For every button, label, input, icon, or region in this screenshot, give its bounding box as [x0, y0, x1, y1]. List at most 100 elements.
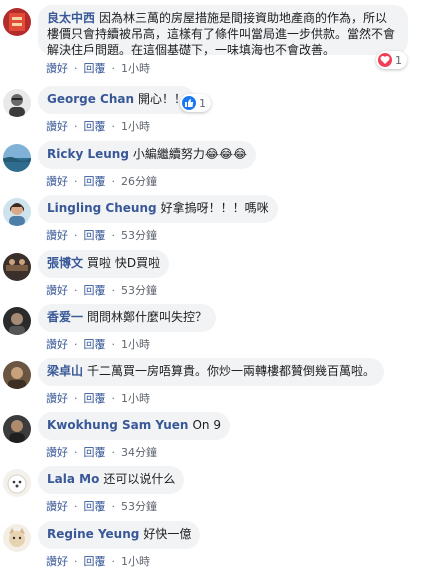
comment-actions: 讚好 · 回覆 · 1小時 [46, 390, 150, 406]
reply-link[interactable]: 回覆 [84, 392, 106, 405]
comment-timestamp[interactable]: 1小時 [121, 338, 150, 351]
separator-dot: · [111, 500, 116, 513]
separator-dot: · [74, 338, 78, 351]
comment-author[interactable]: Ricky Leung [47, 147, 129, 161]
comment-text: 千二萬買一房唔算貴。你炒一兩轉樓都贊倒幾百萬啦。 [87, 364, 376, 378]
like-link[interactable]: 讚好 [46, 338, 68, 351]
comment-text: 買啦 快D買啦 [87, 256, 161, 270]
separator-dot: · [74, 120, 78, 133]
comment-bubble: 香爱一 問問林鄭什麼叫失控？ [38, 304, 217, 332]
separator-dot: · [111, 284, 116, 297]
separator-dot: · [111, 175, 116, 188]
comment-author[interactable]: Regine Yeung [47, 527, 139, 541]
like-link[interactable]: 讚好 [46, 555, 68, 568]
comment-actions: 讚好 · 回覆 · 1小時 [46, 118, 150, 134]
separator-dot: · [111, 338, 116, 351]
reply-link[interactable]: 回覆 [84, 120, 106, 133]
comment-actions: 讚好 · 回覆 · 1小時 [46, 336, 150, 352]
comment-bubble: Lingling Cheung 好拿摀呀！！！嗎咪 [38, 195, 278, 223]
reply-link[interactable]: 回覆 [84, 229, 106, 242]
comment-bubble: 梁卓山 千二萬買一房唔算貴。你炒一兩轉樓都贊倒幾百萬啦。 [38, 358, 385, 386]
comment-author[interactable]: 香爱一 [47, 310, 83, 324]
comment-author[interactable]: 梁卓山 [47, 364, 83, 378]
separator-dot: · [74, 229, 78, 242]
avatar[interactable] [3, 144, 31, 172]
avatar[interactable] [3, 8, 31, 36]
separator-dot: · [111, 555, 116, 568]
reply-link[interactable]: 回覆 [84, 446, 106, 459]
comment-timestamp[interactable]: 26分鐘 [121, 175, 157, 188]
separator-dot: · [111, 120, 116, 133]
reaction-count: 1 [199, 96, 206, 110]
avatar[interactable] [3, 89, 31, 117]
comment-bubble: Lala Mo 还可以说什么 [38, 466, 185, 494]
comment-author[interactable]: 良太中西 [47, 11, 95, 25]
reaction-count: 1 [395, 53, 402, 67]
comment-timestamp[interactable]: 53分鐘 [121, 284, 157, 297]
comment-actions: 讚好 · 回覆 · 53分鐘 [46, 282, 157, 298]
reply-link[interactable]: 回覆 [84, 284, 106, 297]
comment-author[interactable]: Kwokhung Sam Yuen [47, 418, 188, 432]
comment-timestamp[interactable]: 1小時 [121, 62, 150, 75]
like-link[interactable]: 讚好 [46, 500, 68, 513]
avatar[interactable] [3, 307, 31, 335]
comment-timestamp[interactable]: 1小時 [121, 555, 150, 568]
comment-text: 問問林鄭什麼叫失控？ [87, 310, 208, 324]
like-link[interactable]: 讚好 [46, 284, 68, 297]
separator-dot: · [111, 446, 116, 459]
comment-bubble: Ricky Leung 小編繼續努力😂😂😂 [38, 141, 256, 169]
avatar[interactable] [3, 253, 31, 281]
reply-link[interactable]: 回覆 [84, 338, 106, 351]
avatar[interactable] [3, 415, 31, 443]
comment-author[interactable]: George Chan [47, 92, 134, 106]
reply-link[interactable]: 回覆 [84, 500, 106, 513]
avatar[interactable] [3, 524, 31, 552]
like-link[interactable]: 讚好 [46, 120, 68, 133]
comment-bubble: Regine Yeung 好快一億 [38, 521, 201, 549]
comment-timestamp[interactable]: 1小時 [121, 392, 150, 405]
reply-link[interactable]: 回覆 [84, 175, 106, 188]
separator-dot: · [111, 229, 116, 242]
avatar[interactable] [3, 361, 31, 389]
separator-dot: · [74, 555, 78, 568]
reply-link[interactable]: 回覆 [84, 555, 106, 568]
comment-text: 还可以说什么 [103, 472, 176, 486]
comment-timestamp[interactable]: 34分鐘 [121, 446, 157, 459]
comment-text: 小編繼續努力😂😂😂 [132, 147, 247, 161]
comment-timestamp[interactable]: 1小時 [121, 120, 150, 133]
avatar[interactable] [3, 198, 31, 226]
comment-text: 因為林三萬的房屋措施是間接資助地產商的作為，所以樓價只會持續被吊高，這樣有了條件… [47, 11, 396, 57]
separator-dot: · [74, 392, 78, 405]
love-reaction-icon [378, 53, 392, 67]
like-link[interactable]: 讚好 [46, 175, 68, 188]
comment-bubble: 張博文 買啦 快D買啦 [38, 250, 170, 278]
comment-text: 好快一億 [143, 527, 192, 541]
comment-timestamp[interactable]: 53分鐘 [121, 500, 157, 513]
reaction-summary[interactable]: 1 [376, 51, 407, 69]
comment-actions: 讚好 · 回覆 · 34分鐘 [46, 444, 157, 460]
comment-text: On 9 [192, 418, 221, 432]
comment-author[interactable]: Lala Mo [47, 472, 99, 486]
comment-author[interactable]: 張博文 [47, 256, 83, 270]
separator-dot: · [74, 446, 78, 459]
like-link[interactable]: 讚好 [46, 229, 68, 242]
comment-timestamp[interactable]: 53分鐘 [121, 229, 157, 242]
comment-actions: 讚好 · 回覆 · 53分鐘 [46, 498, 157, 514]
like-link[interactable]: 讚好 [46, 392, 68, 405]
comment-actions: 讚好 · 回覆 · 26分鐘 [46, 173, 157, 189]
like-link[interactable]: 讚好 [46, 62, 68, 75]
like-reaction-icon [182, 96, 196, 110]
comment-bubble: 良太中西 因為林三萬的房屋措施是間接資助地產商的作為，所以樓價只會持續被吊高，這樣… [38, 5, 408, 57]
comment-actions: 讚好 · 回覆 · 1小時 [46, 553, 150, 569]
comment-bubble: Kwokhung Sam Yuen On 9 [38, 412, 230, 440]
comment-author[interactable]: Lingling Cheung [47, 201, 157, 215]
like-link[interactable]: 讚好 [46, 446, 68, 459]
reply-link[interactable]: 回覆 [84, 62, 106, 75]
avatar[interactable] [3, 469, 31, 497]
comment-bubble: George Chan 開心！！ [38, 86, 196, 114]
separator-dot: · [74, 284, 78, 297]
separator-dot: · [111, 392, 116, 405]
reaction-summary[interactable]: 1 [180, 94, 211, 112]
separator-dot: · [74, 175, 78, 188]
separator-dot: · [111, 62, 116, 75]
